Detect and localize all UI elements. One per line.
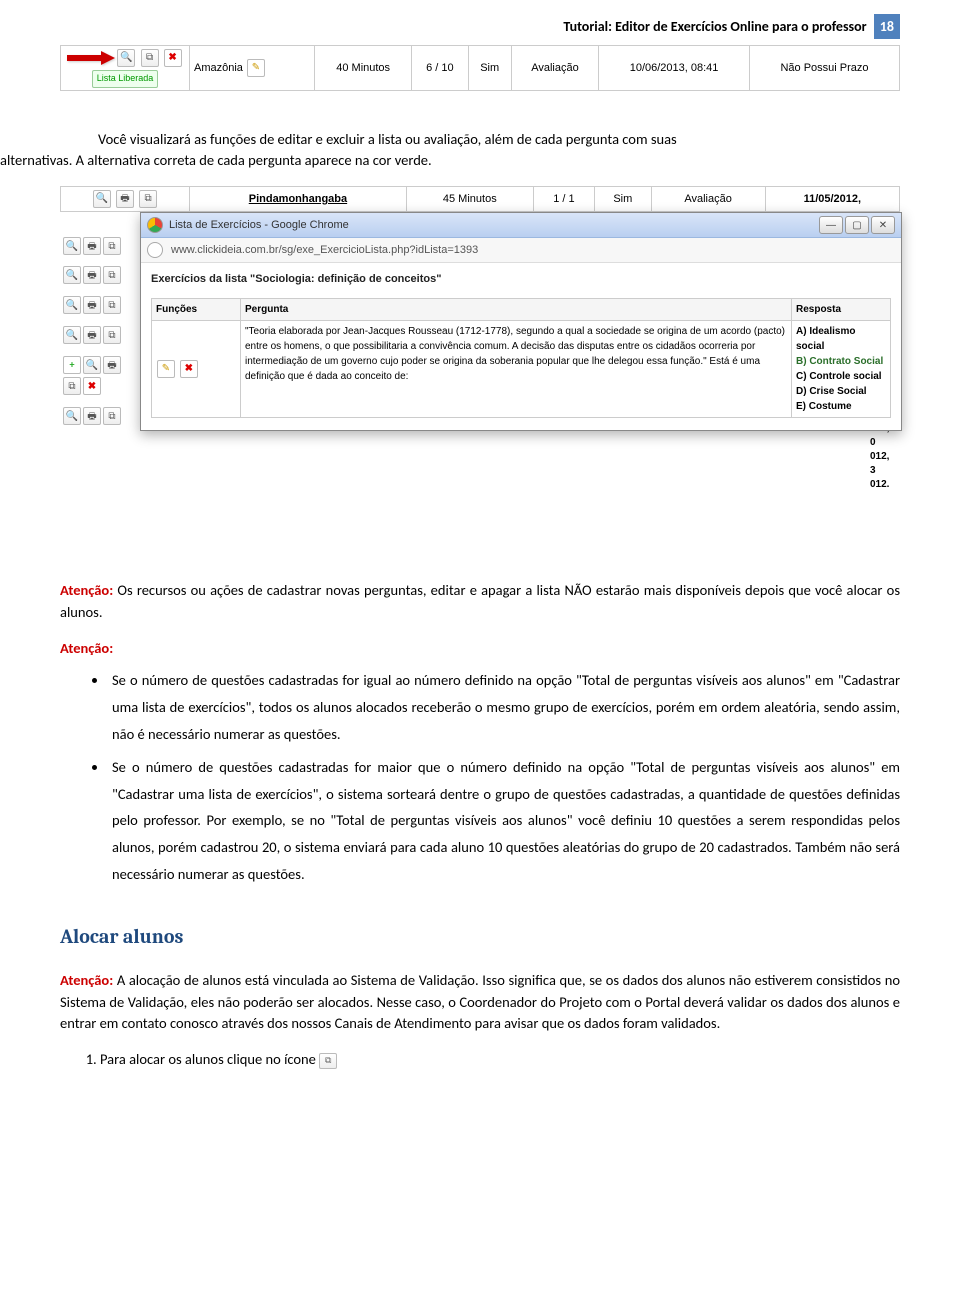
page-header: Tutorial: Editor de Exercícios Online pa… — [60, 14, 900, 39]
th-resposta: Resposta — [792, 298, 891, 320]
th-pergunta: Pergunta — [241, 298, 792, 320]
link-icon[interactable]: ⧉ — [103, 266, 121, 284]
bullet-list: Se o número de questões cadastradas for … — [60, 667, 900, 888]
print-icon[interactable]: 🖶 — [83, 266, 101, 284]
delete-icon[interactable]: ✖ — [83, 377, 101, 395]
print-icon[interactable]: 🖶 — [83, 237, 101, 255]
link-icon[interactable]: ⧉ — [103, 407, 121, 425]
link-icon[interactable]: ⧉ — [103, 237, 121, 255]
back-type: Avaliação — [651, 187, 765, 212]
print-icon[interactable]: 🖶 — [103, 356, 121, 374]
warning-2: Atenção: A alocação de alunos está vincu… — [60, 970, 900, 1035]
view-icon[interactable]: 🔍 — [63, 237, 81, 255]
link-icon[interactable]: ⧉ — [103, 326, 121, 344]
cell-sim: Sim — [468, 46, 511, 91]
print-icon[interactable]: 🖶 — [83, 296, 101, 314]
delete-icon[interactable]: ✖ — [180, 360, 198, 378]
answer-c: C) Controle social — [796, 369, 886, 384]
cell-deadline: Não Possui Prazo — [750, 46, 900, 91]
link-icon[interactable]: ⧉ — [141, 49, 159, 67]
list-name: Amazônia — [194, 62, 243, 74]
background-table: 🔍 🖶 ⧉ Pindamonhangaba 45 Minutos 1 / 1 S… — [60, 186, 900, 212]
back-sim: Sim — [595, 187, 651, 212]
cell-score: 6 / 10 — [412, 46, 468, 91]
peek-date: 012. — [870, 478, 900, 492]
warning-1: Atenção: Os recursos ou ações de cadastr… — [60, 580, 900, 624]
print-icon[interactable]: 🖶 — [83, 326, 101, 344]
address-bar — [141, 238, 901, 263]
arrow-annotation — [67, 51, 117, 65]
back-date: 11/05/2012, — [765, 187, 899, 212]
peek-date: 0 — [870, 436, 900, 450]
print-icon[interactable]: 🖶 — [83, 407, 101, 425]
link-icon[interactable]: ⧉ — [63, 377, 81, 395]
screenshot-composite: 🔍 🖶 ⧉ Pindamonhangaba 45 Minutos 1 / 1 S… — [60, 186, 900, 566]
close-button[interactable]: ✕ — [871, 216, 895, 234]
th-funcoes: Funções — [152, 298, 241, 320]
bullet-1: Se o número de questões cadastradas for … — [108, 667, 900, 747]
view-icon[interactable]: 🔍 — [83, 356, 101, 374]
delete-icon[interactable]: ✖ — [164, 49, 182, 67]
view-icon[interactable]: 🔍 — [93, 190, 111, 208]
popup-list-title: Exercícios da lista "Sociologia: definiç… — [151, 271, 891, 288]
paragraph-1: Você visualizará as funções de editar e … — [60, 129, 900, 173]
view-icon[interactable]: 🔍 — [63, 296, 81, 314]
atencao-label: Atenção: — [60, 581, 113, 599]
maximize-button[interactable]: ▢ — [845, 216, 869, 234]
add-icon[interactable]: + — [63, 356, 81, 374]
view-icon[interactable]: 🔍 — [117, 49, 135, 67]
section-title: Alocar alunos — [60, 922, 900, 952]
popup-window: Lista de Exercícios - Google Chrome — ▢ … — [140, 212, 902, 431]
page-number: 18 — [874, 14, 900, 39]
view-icon[interactable]: 🔍 — [63, 407, 81, 425]
cell-duration: 40 Minutos — [315, 46, 412, 91]
print-icon[interactable]: 🖶 — [116, 190, 134, 208]
edit-icon[interactable]: ✎ — [247, 59, 265, 77]
screenshot-row-table: 🔍 ⧉ ✖ Lista Liberada Amazônia ✎ 40 Minut… — [60, 45, 900, 91]
cell-type: Avaliação — [511, 46, 598, 91]
back-score: 1 / 1 — [533, 187, 594, 212]
answers-cell: A) Idealismo social B) Contrato Social C… — [792, 320, 891, 417]
back-dur: 45 Minutos — [406, 187, 533, 212]
back-name: Pindamonhangaba — [190, 187, 407, 212]
header-title: Tutorial: Editor de Exercícios Online pa… — [563, 18, 866, 35]
url-input[interactable] — [169, 243, 895, 257]
globe-icon — [147, 242, 163, 258]
answer-a: A) Idealismo social — [796, 324, 886, 354]
atencao-label-3: Atenção: — [60, 971, 113, 989]
cell-date: 10/06/2013, 08:41 — [599, 46, 750, 91]
answer-d: D) Crise Social — [796, 384, 886, 399]
answer-b: B) Contrato Social — [796, 354, 886, 369]
question-text: "Teoria elaborada por Jean-Jacques Rouss… — [241, 320, 792, 417]
atencao-label-2: Atenção: — [60, 639, 113, 657]
view-icon[interactable]: 🔍 — [63, 266, 81, 284]
questions-table: Funções Pergunta Resposta ✎ ✖ "Teoria el… — [151, 298, 891, 418]
edit-icon[interactable]: ✎ — [157, 360, 175, 378]
steps-list: Para alocar os alunos clique no ícone ⧉ — [60, 1049, 900, 1071]
chrome-icon — [147, 217, 163, 233]
step-1: Para alocar os alunos clique no ícone ⧉ — [100, 1049, 900, 1071]
link-icon[interactable]: ⧉ — [319, 1053, 337, 1069]
status-badge: Lista Liberada — [92, 70, 159, 88]
answer-e: E) Costume — [796, 399, 886, 414]
peek-date: 3 — [870, 464, 900, 478]
popup-titlebar: Lista de Exercícios - Google Chrome — ▢ … — [141, 213, 901, 238]
minimize-button[interactable]: — — [819, 216, 843, 234]
link-icon[interactable]: ⧉ — [139, 190, 157, 208]
link-icon[interactable]: ⧉ — [103, 296, 121, 314]
peek-date: 012, — [870, 450, 900, 464]
bullet-2: Se o número de questões cadastradas for … — [108, 754, 900, 888]
view-icon[interactable]: 🔍 — [63, 326, 81, 344]
popup-title: Lista de Exercícios - Google Chrome — [169, 217, 813, 234]
